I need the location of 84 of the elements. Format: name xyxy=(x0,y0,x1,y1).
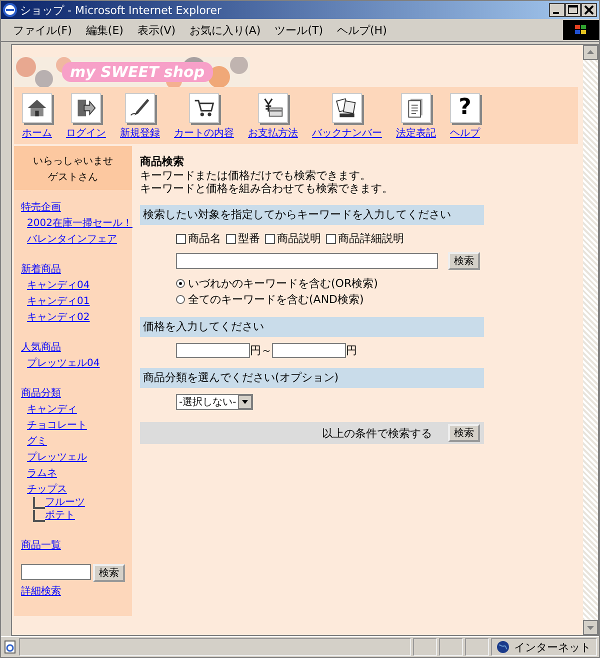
target-checkbox[interactable]: 商品名 xyxy=(176,231,221,246)
minimize-icon[interactable] xyxy=(549,3,565,17)
sidebar-link[interactable]: フルーツ xyxy=(45,495,85,509)
target-checkbox[interactable]: 型番 xyxy=(226,231,260,246)
currency-label: 円 xyxy=(346,343,357,358)
vertical-scrollbar[interactable] xyxy=(583,45,598,635)
section-heading: 検索したい対象を指定してからキーワードを入力してください xyxy=(140,205,484,225)
nav-link[interactable]: 新規登録 xyxy=(120,93,160,140)
target-checkbox[interactable]: 商品説明 xyxy=(265,231,321,246)
sidebar-heading-link[interactable]: 人気商品 xyxy=(21,340,61,354)
sidebar-link[interactable]: プレッツェル xyxy=(27,450,87,464)
window-title: ショップ - Microsoft Internet Explorer xyxy=(20,2,222,18)
search-field[interactable] xyxy=(21,564,91,580)
cart-icon[interactable] xyxy=(189,93,219,123)
scroll-up-icon[interactable] xyxy=(583,45,598,60)
tree-connector xyxy=(33,497,45,509)
max-price-field[interactable] xyxy=(272,343,346,358)
tree-connector xyxy=(33,510,45,522)
sidebar-link[interactable]: キャンディ xyxy=(27,402,77,416)
pen-icon[interactable] xyxy=(125,93,155,123)
sidebar-link[interactable]: キャンディ04 xyxy=(27,278,90,292)
submit-label: 以上の条件で検索する xyxy=(322,426,432,440)
menu-item[interactable]: ファイル(F) xyxy=(7,20,78,40)
sidebar-heading-link[interactable]: 特売企画 xyxy=(21,200,61,214)
target-checkbox[interactable]: 商品詳細説明 xyxy=(326,231,404,246)
menu-item[interactable]: お気に入り(A) xyxy=(184,20,267,40)
yen-card-icon[interactable] xyxy=(258,93,288,123)
nav-link[interactable]: カートの内容 xyxy=(174,93,234,140)
status-panel xyxy=(439,638,463,656)
keyword-field[interactable] xyxy=(176,253,438,269)
nav-link[interactable]: お支払方法 xyxy=(248,93,298,140)
nav-link[interactable]: バックナンバー xyxy=(312,93,382,140)
sidebar-heading-link[interactable]: 商品分類 xyxy=(21,386,61,400)
description-text: キーワードまたは価格だけでも検索できます。 xyxy=(140,169,372,182)
sidebar-link[interactable]: キャンディ02 xyxy=(27,310,90,324)
papers-icon[interactable] xyxy=(332,93,362,123)
search-mode-radio[interactable]: いづれかのキーワードを含む(OR検索) xyxy=(176,276,484,291)
menu-item[interactable]: 編集(E) xyxy=(80,20,130,40)
menu-item[interactable]: ヘルプ(H) xyxy=(331,20,393,40)
search-mode-radio[interactable]: 全てのキーワードを含む(AND検索) xyxy=(176,292,484,307)
page-title: 商品検索 xyxy=(140,154,185,169)
shop-logo: my SWEET shop xyxy=(14,57,250,87)
maximize-icon[interactable] xyxy=(565,3,581,17)
section-heading: 商品分類を選んでください(オプション) xyxy=(140,368,484,388)
search-button[interactable]: 検索 xyxy=(93,564,125,582)
browser-icon xyxy=(3,3,17,17)
sidebar-link[interactable]: チップス xyxy=(27,482,67,496)
globe-icon xyxy=(496,640,510,654)
min-price-field[interactable] xyxy=(176,343,250,358)
menu-item[interactable]: 表示(V) xyxy=(131,20,182,40)
scroll-down-icon[interactable] xyxy=(583,620,598,635)
menu-item[interactable]: ツール(T) xyxy=(268,20,329,40)
sidebar-link[interactable]: プレッツェル04 xyxy=(27,356,100,370)
section-heading: 価格を入力してください xyxy=(140,317,484,337)
search-button[interactable]: 検索 xyxy=(448,252,480,270)
category-dropdown[interactable]: -選択しない- xyxy=(176,394,254,410)
nav-link[interactable]: ? ヘルプ xyxy=(450,93,480,140)
greeting-text: いらっしゃいませ xyxy=(33,155,113,168)
status-panel xyxy=(465,638,489,656)
sidebar-link[interactable]: ポテト xyxy=(45,508,75,522)
sidebar-link[interactable]: バレンタインフェア xyxy=(27,232,117,246)
sidebar-link[interactable]: 2002在庫一掃セール！ xyxy=(27,216,132,230)
sidebar-heading-link[interactable]: 商品一覧 xyxy=(21,538,61,552)
currency-label: 円～ xyxy=(250,343,272,358)
sidebar-link[interactable]: ラムネ xyxy=(27,466,57,480)
status-panel xyxy=(413,638,437,656)
close-icon[interactable] xyxy=(581,3,597,17)
zone-label: インターネット xyxy=(514,640,591,654)
nav-link[interactable]: ログイン xyxy=(66,93,106,140)
description-text: キーワードと価格を組み合わせても検索できます。 xyxy=(140,182,394,195)
sidebar-link[interactable]: グミ xyxy=(27,434,47,448)
windows-logo-icon xyxy=(563,20,599,40)
greeting-text: ゲストさん xyxy=(48,171,98,184)
sidebar-link[interactable]: キャンディ01 xyxy=(27,294,90,308)
detail-search-link[interactable]: 詳細検索 xyxy=(21,584,61,598)
search-button[interactable]: 検索 xyxy=(448,424,480,442)
sidebar-link[interactable]: チョコレート xyxy=(27,418,87,432)
nav-link[interactable]: 法定表記 xyxy=(396,93,436,140)
house-icon[interactable] xyxy=(22,93,52,123)
help-icon[interactable]: ? xyxy=(450,93,480,123)
nav-link[interactable]: ホーム xyxy=(22,93,52,140)
sidebar-heading-link[interactable]: 新着商品 xyxy=(21,262,61,276)
document-icon[interactable] xyxy=(401,93,431,123)
page-icon xyxy=(3,640,17,654)
